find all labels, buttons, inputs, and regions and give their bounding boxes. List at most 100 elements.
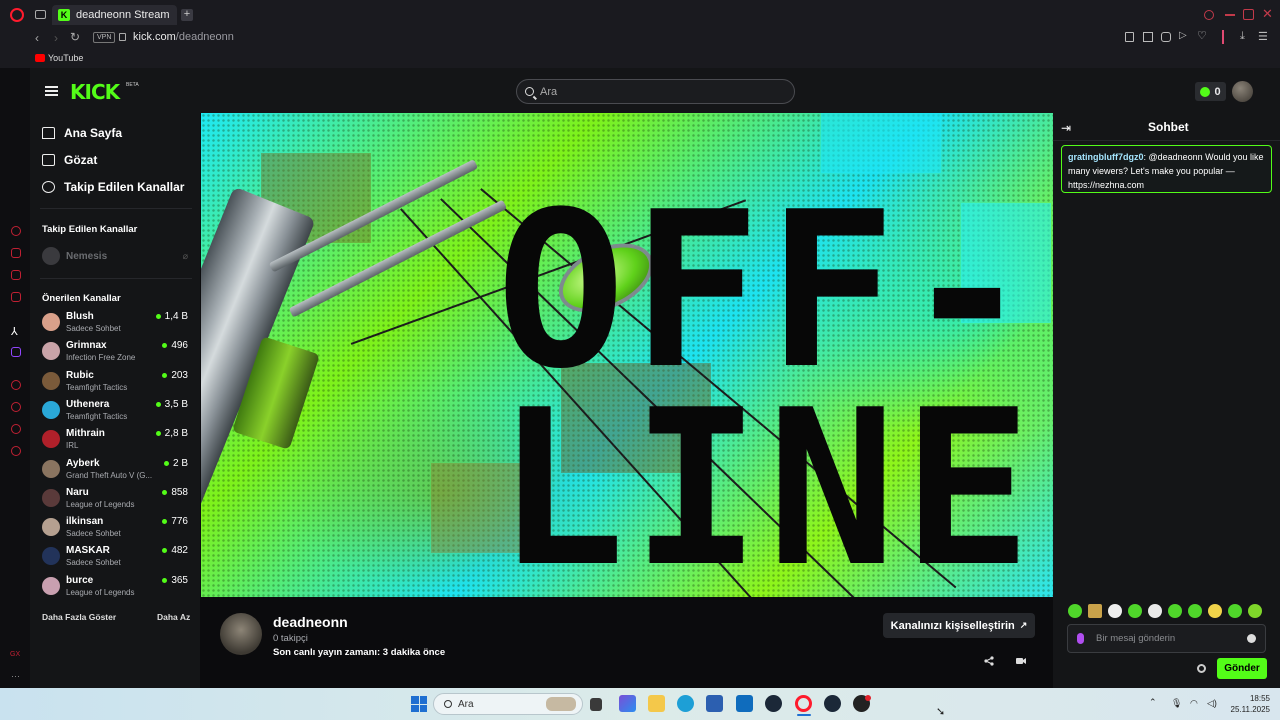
offline-text-line2: LINE: [496, 363, 1038, 597]
opera-menu-icon[interactable]: [10, 8, 24, 22]
file-explorer-icon[interactable]: [648, 695, 665, 712]
show-more-button[interactable]: Daha Fazla Göster: [42, 612, 116, 622]
chat-username[interactable]: gratingbluff7dgz0: [1068, 152, 1144, 162]
recommended-channel[interactable]: ilkinsan Sadece Sohbet 776: [42, 515, 192, 542]
forward-icon[interactable]: ›: [54, 31, 58, 45]
channel-avatar: [42, 518, 60, 537]
video-player-offline-banner[interactable]: OFF- LINE: [201, 113, 1053, 597]
share-icon[interactable]: [984, 653, 994, 666]
emote-icon[interactable]: [1108, 604, 1122, 618]
steam-icon[interactable]: [765, 695, 782, 712]
recommended-channel[interactable]: MASKAR Sadece Sohbet 482: [42, 544, 192, 571]
chat-message[interactable]: gratingbluff7dgz0: @deadneonn Would you …: [1061, 145, 1272, 193]
tab-manager-icon[interactable]: [35, 10, 46, 19]
history-icon[interactable]: [11, 402, 21, 412]
channel-avatar[interactable]: [220, 613, 262, 655]
bookmark-youtube[interactable]: YouTube: [48, 53, 83, 63]
emote-icon[interactable]: [1128, 604, 1142, 618]
browser-search-icon[interactable]: [1204, 10, 1214, 20]
steam-icon-2[interactable]: [824, 695, 841, 712]
channel-name[interactable]: deadneonn: [273, 614, 348, 630]
gx-icon[interactable]: GX: [10, 651, 20, 658]
taskbar-clock[interactable]: 18:55 25.11.2025: [1228, 693, 1270, 715]
emote-icon[interactable]: [1208, 604, 1222, 618]
recommended-channel[interactable]: burce League of Legends 365: [42, 574, 192, 601]
taskbar-search[interactable]: Ara: [433, 693, 583, 715]
volume-icon[interactable]: ◁): [1207, 698, 1217, 709]
user-avatar[interactable]: [1232, 81, 1253, 102]
collapse-chat-icon[interactable]: ⇥: [1061, 121, 1071, 135]
windows-start-icon[interactable]: [411, 696, 427, 712]
bag-icon[interactable]: [11, 248, 21, 258]
microphone-icon[interactable]: [1077, 633, 1084, 644]
nav-home[interactable]: Ana Sayfa: [42, 126, 122, 140]
new-tab-button[interactable]: +: [181, 9, 193, 21]
maximize-icon[interactable]: [1243, 9, 1254, 20]
twitch-icon[interactable]: [11, 347, 21, 357]
send-button[interactable]: Gönder: [1217, 658, 1267, 679]
tab-title: deadneonn Stream - Watc: [76, 9, 171, 21]
kick-logo[interactable]: KICK: [70, 80, 120, 104]
messenger-icon[interactable]: [11, 292, 21, 302]
browser-tab[interactable]: K deadneonn Stream - Watc: [52, 5, 177, 25]
close-window-icon[interactable]: ✕: [1262, 7, 1273, 20]
opera-gx-taskbar-icon[interactable]: [795, 695, 812, 712]
search-input[interactable]: Ara: [516, 79, 795, 104]
viewer-count-value: 2,8 B: [164, 428, 188, 440]
adblock-icon[interactable]: [1161, 32, 1171, 42]
snapshot-icon[interactable]: [1143, 32, 1153, 42]
lock-icon[interactable]: [119, 33, 126, 41]
recommended-channel[interactable]: Grimnax Infection Free Zone 496: [42, 339, 192, 366]
recommended-channel[interactable]: Rubic Teamfight Tactics 203: [42, 369, 192, 396]
reload-icon[interactable]: ↻: [70, 30, 80, 44]
vpn-badge[interactable]: VPN: [93, 32, 116, 43]
show-less-button[interactable]: Daha Az: [157, 612, 190, 622]
hamburger-menu-icon[interactable]: [45, 86, 58, 96]
wifi-icon[interactable]: ◠: [1190, 698, 1198, 709]
wallet-icon[interactable]: [11, 270, 21, 280]
nav-following[interactable]: Takip Edilen Kanallar: [42, 180, 184, 194]
chat-message-input[interactable]: Bir mesaj gönderin: [1067, 624, 1266, 653]
emote-icon[interactable]: [1248, 604, 1262, 618]
edge-icon[interactable]: [677, 695, 694, 712]
outlook-icon[interactable]: [736, 695, 753, 712]
task-view-icon[interactable]: [590, 698, 602, 711]
kicks-badge[interactable]: 0: [1195, 82, 1226, 101]
more-side-icon[interactable]: ⋯: [11, 671, 20, 682]
aria-icon[interactable]: [11, 226, 21, 236]
kick-side-icon[interactable]: ⅄: [11, 325, 18, 338]
emote-icon[interactable]: [1188, 604, 1202, 618]
back-icon[interactable]: ‹: [35, 31, 39, 45]
recommended-channel[interactable]: Mithrain IRL 2,8 B: [42, 427, 192, 454]
chat-settings-gear-icon[interactable]: [1197, 664, 1206, 673]
easy-setup-icon[interactable]: ☰: [1258, 30, 1268, 43]
customize-channel-button[interactable]: Kanalınızı kişiselleştirin ↗: [883, 613, 1035, 638]
pin-icon[interactable]: [1125, 32, 1134, 42]
recommended-channel[interactable]: Ayberk Grand Theft Auto V (G... 2 B: [42, 457, 192, 484]
followed-channel[interactable]: Nemesis ⌀: [42, 244, 192, 271]
settings-side-icon[interactable]: [11, 446, 21, 456]
emote-icon[interactable]: [1068, 604, 1082, 618]
microphone-tray-icon[interactable]: 🎙: [1171, 698, 1182, 709]
recommended-channel[interactable]: Uthenera Teamfight Tactics 3,5 B: [42, 398, 192, 425]
heart-icon[interactable]: ♡: [1197, 29, 1207, 42]
emote-icon[interactable]: [1168, 604, 1182, 618]
player-side-icon[interactable]: [11, 380, 21, 390]
emote-icon[interactable]: [1088, 604, 1102, 618]
recommended-channel[interactable]: Naru League of Legends 858: [42, 486, 192, 513]
player-icon[interactable]: ▷: [1179, 30, 1187, 41]
clip-icon[interactable]: [1015, 653, 1026, 664]
tray-chevron-icon[interactable]: ⌃: [1149, 697, 1157, 708]
emote-icon[interactable]: [1228, 604, 1242, 618]
minimize-icon[interactable]: [1225, 14, 1235, 16]
emoji-icon[interactable]: [1247, 634, 1256, 643]
store-icon[interactable]: [706, 695, 723, 712]
emote-icon[interactable]: [1148, 604, 1162, 618]
url-field[interactable]: kick.com/deadneonn: [133, 31, 234, 43]
nav-browse[interactable]: Gözat: [42, 153, 97, 167]
copilot-icon[interactable]: [619, 695, 636, 712]
recommended-channel[interactable]: Blush Sadece Sohbet 1,4 B: [42, 310, 192, 337]
url-path: /deadneonn: [175, 31, 234, 43]
extensions-icon[interactable]: [11, 424, 21, 434]
download-icon[interactable]: ⤓: [1240, 30, 1245, 43]
